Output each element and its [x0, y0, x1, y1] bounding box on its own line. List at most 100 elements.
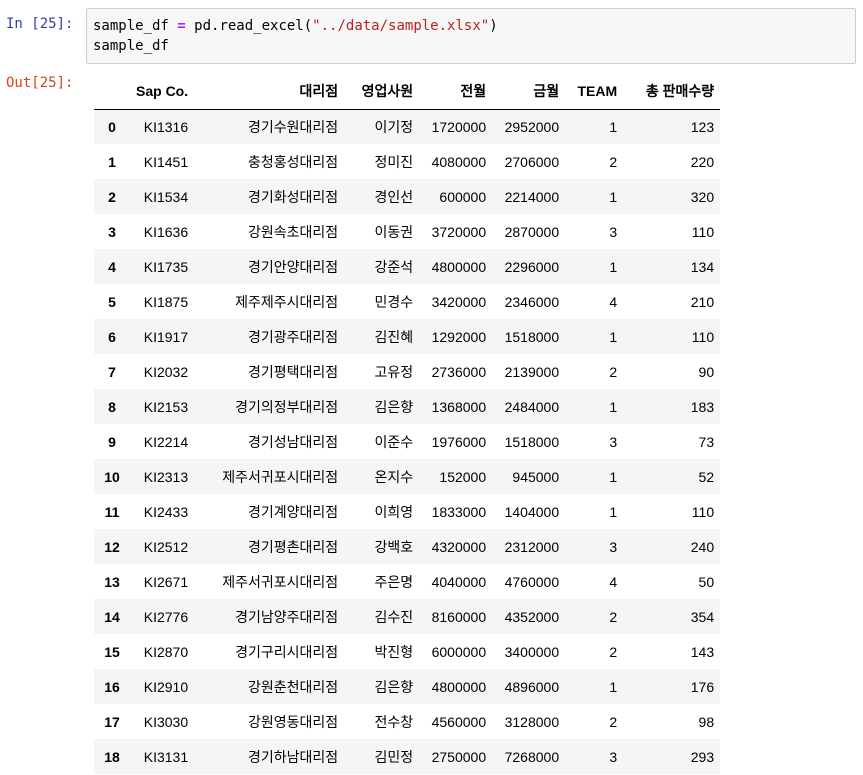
total-sales-cell: 110 [691, 503, 715, 520]
total-sales-cell: 183 [690, 398, 715, 415]
total-sales-cell: 240 [690, 538, 715, 555]
table-row: 15 KI2870 경기구리시대리점 박진형 6000000 3400000 2 143 [94, 634, 721, 669]
employee-cell: 김민정 [374, 748, 414, 765]
current-month-cell: 2312000 [504, 538, 560, 555]
code-line-1: sample_df = pd.read_excel("../data/sampl… [93, 16, 849, 36]
total-sales-cell: 176 [690, 678, 715, 695]
agency-cell: 경기계양대리점 [247, 503, 339, 520]
previous-month-cell: 1720000 [431, 118, 487, 135]
sap-code-cell: KI1534 [143, 188, 189, 205]
row-index: 1 [108, 153, 116, 170]
code-operator: = [177, 18, 186, 34]
table-row: 13 KI2671 제주서귀포시대리점 주은명 4040000 4760000 4 50 [94, 564, 721, 599]
current-month-cell: 7268000 [504, 748, 560, 765]
total-sales-cell: 110 [691, 328, 715, 345]
agency-cell: 경기평촌대리점 [247, 538, 339, 555]
team-cell: 3 [609, 748, 618, 765]
row-index: 2 [108, 188, 116, 205]
row-index: 17 [104, 713, 120, 730]
previous-month-cell: 600000 [439, 188, 487, 205]
previous-month-cell: 2736000 [431, 363, 487, 380]
total-sales-header: 총 판매수량 [623, 74, 721, 110]
code-close-paren: ) [489, 18, 498, 34]
table-row: 16 KI2910 강원춘천대리점 김은향 4800000 4896000 1 176 [94, 669, 721, 704]
sap-code-cell: KI2153 [143, 398, 189, 415]
row-index: 6 [108, 328, 116, 345]
previous-month-cell: 4560000 [431, 713, 487, 730]
agency-cell: 경기평택대리점 [247, 363, 339, 380]
employee-cell: 강백호 [374, 538, 414, 555]
agency-cell: 경기하남대리점 [247, 748, 339, 765]
agency-cell: 경기수원대리점 [247, 118, 339, 135]
sap-code-cell: KI3131 [143, 748, 189, 765]
team-cell: 1 [609, 258, 618, 275]
previous-month-cell: 8160000 [431, 608, 487, 625]
team-cell: 3 [609, 433, 618, 450]
team-cell: 1 [609, 398, 618, 415]
sap-code-cell: KI1875 [143, 293, 189, 310]
total-sales-cell: 320 [690, 188, 715, 205]
team-cell: 1 [609, 678, 618, 695]
previous-month-cell: 1976000 [431, 433, 487, 450]
current-month-cell: 4352000 [504, 608, 560, 625]
previous-month-cell: 1368000 [431, 398, 487, 415]
output-prompt: Out[25]: [6, 75, 74, 91]
total-sales-cell: 123 [690, 118, 715, 135]
sap-code-cell: KI2214 [143, 433, 189, 450]
sap-code-cell: KI1917 [143, 328, 189, 345]
agency-cell: 경기남양주대리점 [235, 608, 339, 625]
sap-code-cell: KI2032 [143, 363, 189, 380]
team-cell: 4 [609, 293, 618, 310]
team-cell: 2 [609, 363, 618, 380]
table-row: 7 KI2032 경기평택대리점 고유정 2736000 2139000 2 90 [94, 354, 721, 389]
sap-code-cell: KI2313 [143, 468, 189, 485]
previous-month-cell: 6000000 [431, 643, 487, 660]
team-cell: 2 [609, 643, 618, 660]
agency-cell: 강원속초대리점 [247, 223, 339, 240]
table-row: 11 KI2433 경기계양대리점 이희영 1833000 1404000 1 110 [94, 494, 721, 529]
current-month-cell: 2870000 [504, 223, 560, 240]
previous-month-cell: 4800000 [431, 678, 487, 695]
sap-code-cell: KI2671 [143, 573, 189, 590]
employee-cell: 경인선 [374, 188, 414, 205]
table-row: 17 KI3030 강원영동대리점 전수창 4560000 3128000 2 98 [94, 704, 721, 739]
row-index: 10 [104, 468, 120, 485]
table-row: 6 KI1917 경기광주대리점 김진혜 1292000 1518000 1 110 [94, 319, 721, 354]
employee-cell: 정미진 [374, 153, 414, 170]
total-sales-cell: 50 [698, 573, 715, 590]
row-index: 16 [104, 678, 120, 695]
agency-cell: 강원영동대리점 [247, 713, 339, 730]
agency-header: 대리점 [194, 74, 345, 110]
table-row: 18 KI3131 경기하남대리점 김민정 2750000 7268000 3 293 [94, 739, 721, 774]
total-sales-cell: 110 [691, 223, 715, 240]
total-sales-cell: 134 [690, 258, 715, 275]
agency-cell: 제주서귀포시대리점 [222, 468, 339, 485]
sap-code-cell: KI2433 [143, 503, 189, 520]
previous-month-header: 전월 [419, 74, 493, 110]
table-row: 1 KI1451 충청홍성대리점 정미진 4080000 2706000 2 220 [94, 144, 721, 179]
sap-code-cell: KI2910 [143, 678, 189, 695]
employee-cell: 이준수 [374, 433, 414, 450]
code-input-cell[interactable]: sample_df = pd.read_excel("../data/sampl… [86, 8, 856, 64]
row-index: 0 [108, 118, 116, 135]
row-index: 15 [104, 643, 120, 660]
previous-month-cell: 3720000 [431, 223, 487, 240]
table-header-row: Sap Co. 대리점 영업사원 전월 금월 TEAM 총 판매수량 [94, 74, 721, 110]
current-month-cell: 1518000 [504, 328, 560, 345]
index-header [94, 74, 130, 110]
team-cell: 2 [609, 713, 618, 730]
table-row: 0 KI1316 경기수원대리점 이기정 1720000 2952000 1 123 [94, 109, 721, 144]
current-month-cell: 4760000 [504, 573, 560, 590]
team-cell: 3 [609, 538, 618, 555]
current-month-cell: 2296000 [504, 258, 560, 275]
current-month-cell: 1404000 [504, 503, 560, 520]
row-index: 18 [104, 748, 120, 765]
row-index: 4 [108, 258, 116, 275]
current-month-header: 금월 [492, 74, 566, 110]
employee-cell: 주은명 [374, 573, 414, 590]
employee-cell: 전수창 [374, 713, 414, 730]
employee-cell: 강준석 [374, 258, 414, 275]
current-month-cell: 3400000 [504, 643, 560, 660]
current-month-cell: 3128000 [504, 713, 560, 730]
row-index: 11 [104, 503, 120, 520]
